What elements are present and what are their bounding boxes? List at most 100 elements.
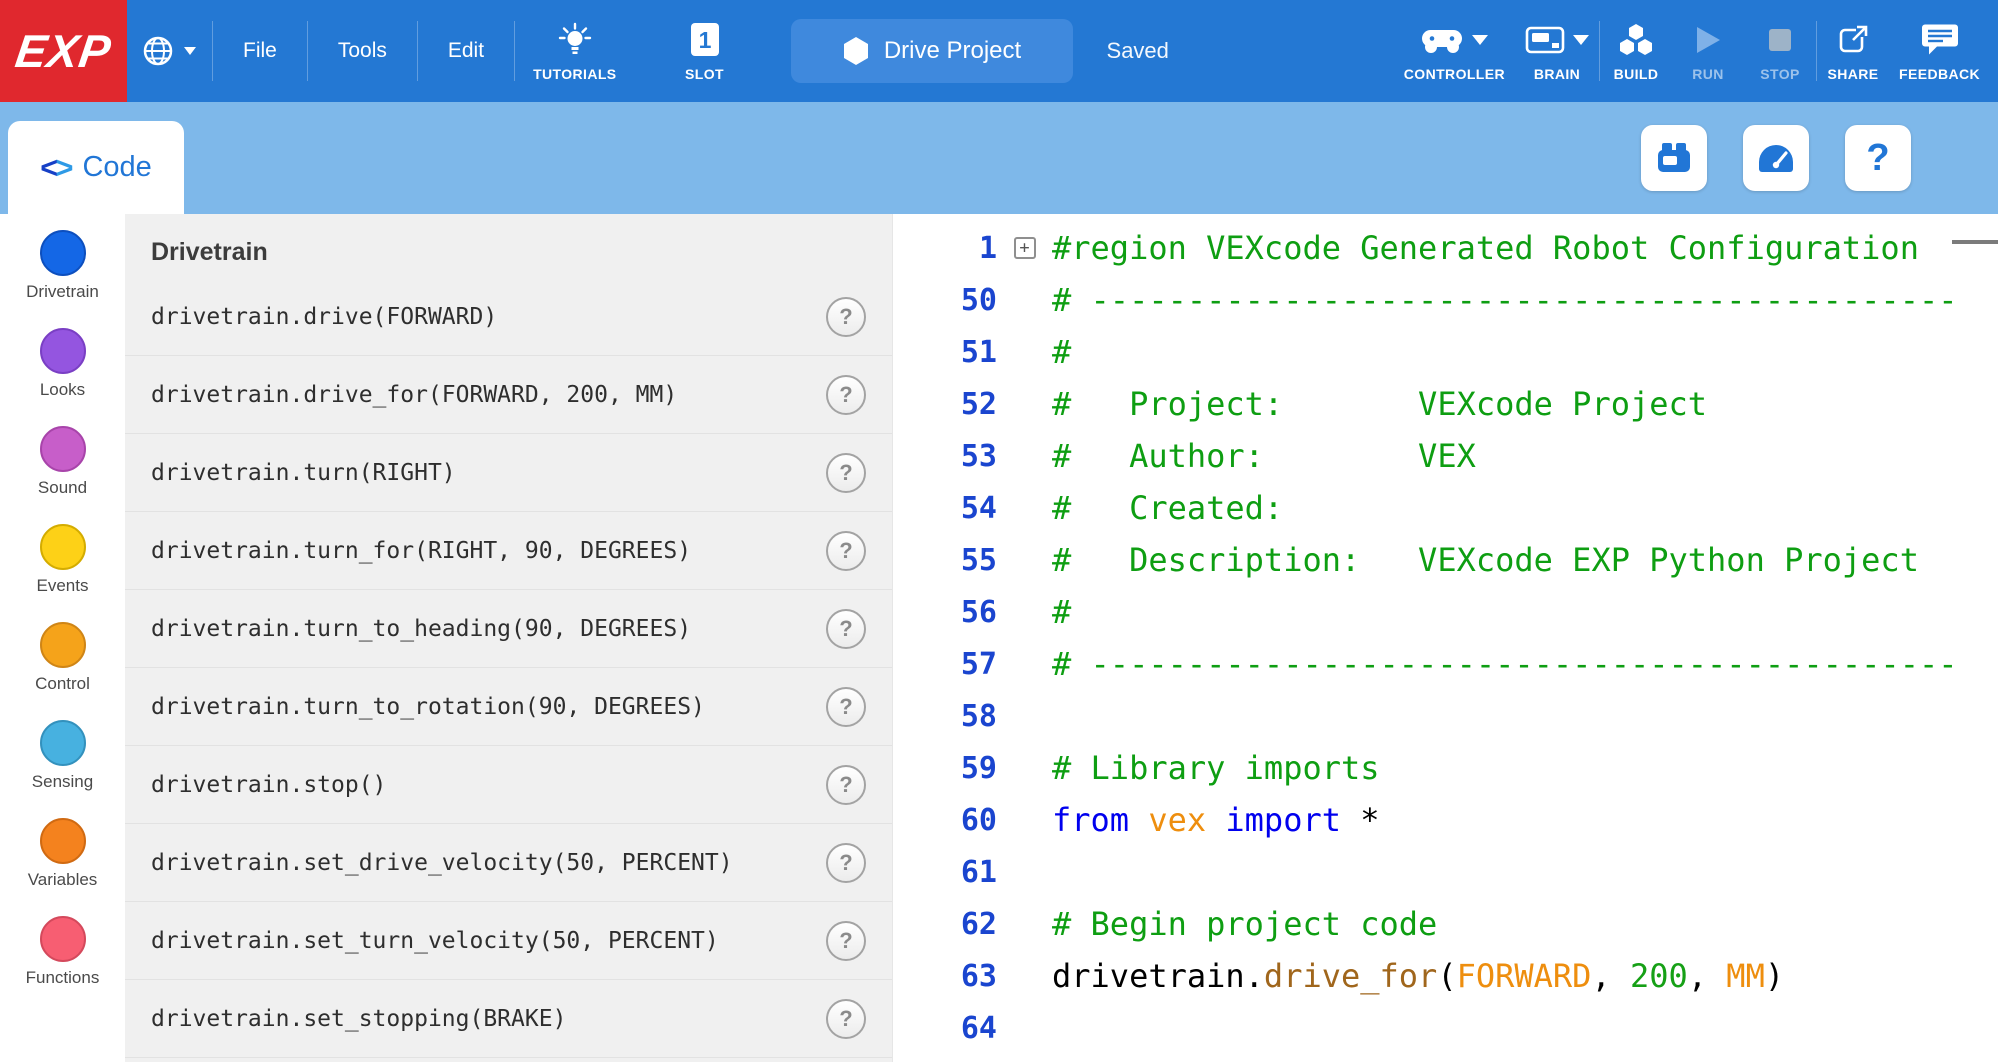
category-label: Sensing	[32, 772, 93, 792]
code-token: #	[1052, 333, 1071, 371]
build-button[interactable]: BUILD	[1600, 21, 1672, 82]
code-text: from vex import *	[1052, 801, 1380, 839]
code-token: *	[1341, 801, 1380, 839]
fold-toggle-icon[interactable]: +	[1014, 237, 1036, 259]
tutorials-button[interactable]: TUTORIALS	[523, 21, 626, 82]
command-help-button[interactable]: ?	[826, 453, 866, 493]
code-token: ,	[1688, 957, 1727, 995]
code-line[interactable]: 59 # Library imports	[893, 742, 1998, 794]
line-number: 55	[893, 543, 997, 578]
command-help-button[interactable]: ?	[826, 765, 866, 805]
language-menu[interactable]	[127, 0, 212, 102]
run-button[interactable]: RUN	[1672, 21, 1744, 82]
code-token: FORWARD	[1457, 957, 1592, 995]
command-row[interactable]: drivetrain.turn_to_heading(90, DEGREES) …	[125, 590, 892, 668]
controller-button[interactable]: CONTROLLER	[1394, 21, 1515, 82]
code-text: #	[1052, 593, 1071, 631]
menu-file[interactable]: File	[213, 0, 307, 102]
category-sidebar: Drivetrain Looks Sound Events Control Se…	[0, 214, 125, 1062]
question-mark-icon: ?	[839, 304, 852, 330]
code-text: #region VEXcode Generated Robot Configur…	[1052, 229, 1919, 267]
command-row[interactable]: drivetrain.set_turn_velocity(50, PERCENT…	[125, 902, 892, 980]
code-editor[interactable]: 1 + #region VEXcode Generated Robot Conf…	[892, 214, 1998, 1062]
brain-button[interactable]: BRAIN	[1515, 21, 1599, 82]
sidebar-item-drivetrain[interactable]: Drivetrain	[0, 230, 125, 328]
command-help-button[interactable]: ?	[826, 609, 866, 649]
command-row[interactable]: drivetrain.drive_for(FORWARD, 200, MM) ?	[125, 356, 892, 434]
command-help-button[interactable]: ?	[826, 375, 866, 415]
code-text: # Begin project code	[1052, 905, 1437, 943]
command-help-button[interactable]: ?	[826, 531, 866, 571]
code-token: #region VEXcode Generated Robot Configur…	[1052, 229, 1919, 267]
command-help-button[interactable]: ?	[826, 687, 866, 727]
feedback-icon	[1921, 23, 1959, 57]
line-number: 1	[893, 231, 997, 266]
feedback-button[interactable]: FEEDBACK	[1889, 21, 1990, 82]
menu-tools[interactable]: Tools	[308, 0, 417, 102]
sidebar-item-functions[interactable]: Functions	[0, 916, 125, 1014]
command-help-button[interactable]: ?	[826, 921, 866, 961]
slot-number: 1	[698, 27, 711, 53]
controller-icon	[1420, 25, 1464, 55]
command-row[interactable]: drivetrain.set_stopping(BRAKE) ?	[125, 980, 892, 1058]
command-row[interactable]: drivetrain.stop() ?	[125, 746, 892, 824]
command-help-button[interactable]: ?	[826, 999, 866, 1039]
code-token: MM	[1726, 957, 1765, 995]
run-icon	[1694, 25, 1722, 55]
code-text: # Description: VEXcode EXP Python Projec…	[1052, 541, 1919, 579]
top-bar: EXP File Tools Edit	[0, 0, 1998, 102]
code-line[interactable]: 57 # -----------------------------------…	[893, 638, 1998, 690]
code-line[interactable]: 56 #	[893, 586, 1998, 638]
hexagon-icon	[842, 36, 870, 66]
code-icon: <>	[40, 150, 70, 186]
command-row[interactable]: drivetrain.turn(RIGHT) ?	[125, 434, 892, 512]
command-text: drivetrain.stop()	[151, 772, 826, 798]
code-line[interactable]: 1 + #region VEXcode Generated Robot Conf…	[893, 222, 1998, 274]
command-row[interactable]: drivetrain.drive(FORWARD) ?	[125, 278, 892, 356]
tab-code[interactable]: <> Code	[8, 121, 184, 214]
command-help-button[interactable]: ?	[826, 297, 866, 337]
slot-button[interactable]: 1 SLOT	[669, 21, 741, 82]
code-token: # Created:	[1052, 489, 1283, 527]
controller-label: CONTROLLER	[1404, 66, 1505, 82]
code-line[interactable]: 62 # Begin project code	[893, 898, 1998, 950]
menu-edit[interactable]: Edit	[418, 0, 514, 102]
device-info-button[interactable]	[1641, 125, 1707, 191]
code-line[interactable]: 50 # -----------------------------------…	[893, 274, 1998, 326]
code-text: # --------------------------------------…	[1052, 281, 1957, 319]
sidebar-item-looks[interactable]: Looks	[0, 328, 125, 426]
sidebar-item-control[interactable]: Control	[0, 622, 125, 720]
command-row[interactable]: drivetrain.turn_to_rotation(90, DEGREES)…	[125, 668, 892, 746]
command-text: drivetrain.turn(RIGHT)	[151, 460, 826, 486]
code-token: # Author: VEX	[1052, 437, 1476, 475]
share-button[interactable]: SHARE	[1817, 21, 1889, 82]
tab-bar: <> Code ?	[0, 102, 1998, 214]
code-line[interactable]: 55 # Description: VEXcode EXP Python Pro…	[893, 534, 1998, 586]
code-line[interactable]: 61	[893, 846, 1998, 898]
line-number: 59	[893, 751, 997, 786]
sidebar-item-variables[interactable]: Variables	[0, 818, 125, 916]
code-line[interactable]: 63 drivetrain.drive_for(FORWARD, 200, MM…	[893, 950, 1998, 1002]
code-line[interactable]: 58	[893, 690, 1998, 742]
project-button[interactable]: Drive Project	[791, 19, 1073, 83]
code-line[interactable]: 64	[893, 1002, 1998, 1054]
code-line[interactable]: 51 #	[893, 326, 1998, 378]
question-mark-icon: ?	[839, 850, 852, 876]
command-help-button[interactable]: ?	[826, 843, 866, 883]
command-row[interactable]: drivetrain.turn_for(RIGHT, 90, DEGREES) …	[125, 512, 892, 590]
line-number: 53	[893, 439, 997, 474]
code-line[interactable]: 60 from vex import *	[893, 794, 1998, 846]
sidebar-item-sensing[interactable]: Sensing	[0, 720, 125, 818]
dashboard-button[interactable]	[1743, 125, 1809, 191]
command-row[interactable]: drivetrain.set_drive_velocity(50, PERCEN…	[125, 824, 892, 902]
share-icon	[1836, 23, 1870, 57]
code-token: # Project: VEXcode Project	[1052, 385, 1707, 423]
help-button[interactable]: ?	[1845, 125, 1911, 191]
sidebar-item-events[interactable]: Events	[0, 524, 125, 622]
stop-button[interactable]: STOP	[1744, 21, 1816, 82]
code-line[interactable]: 54 # Created:	[893, 482, 1998, 534]
code-token: vex	[1148, 801, 1206, 839]
sidebar-item-sound[interactable]: Sound	[0, 426, 125, 524]
code-line[interactable]: 53 # Author: VEX	[893, 430, 1998, 482]
code-line[interactable]: 52 # Project: VEXcode Project	[893, 378, 1998, 430]
